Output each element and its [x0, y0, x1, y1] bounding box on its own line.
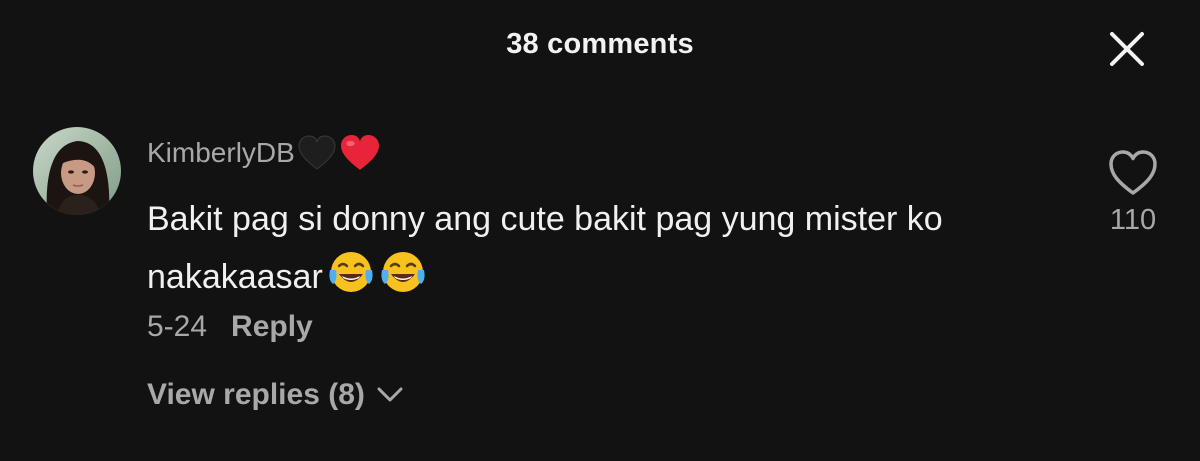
- like-button[interactable]: [1107, 149, 1159, 197]
- black-heart-icon: [298, 135, 336, 170]
- heart-outline-icon: [1109, 150, 1157, 195]
- comment-meta: 5-24 Reply: [147, 310, 313, 344]
- close-icon: [1110, 32, 1144, 66]
- reply-button[interactable]: Reply: [231, 310, 313, 344]
- view-replies-label: View replies (8): [147, 378, 365, 411]
- view-replies-button[interactable]: View replies (8): [147, 378, 403, 412]
- comment-date: 5-24: [147, 310, 208, 343]
- like-count: 110: [1109, 204, 1157, 236]
- comments-title: 38 comments: [506, 28, 694, 60]
- red-heart-icon: [340, 135, 379, 170]
- username-text: KimberlyDB: [147, 137, 295, 168]
- close-button[interactable]: [1108, 30, 1146, 68]
- comment-text: Bakit pag si donny ang cute bakit pag yu…: [147, 190, 977, 306]
- avatar[interactable]: [33, 127, 121, 215]
- tears-of-joy-icon: [381, 252, 425, 292]
- tears-of-joy-icon: [329, 252, 373, 292]
- chevron-down-icon: [377, 387, 403, 402]
- comment-username[interactable]: KimberlyDB: [147, 134, 383, 172]
- comment-text-body: Bakit pag si donny ang cute bakit pag yu…: [147, 200, 943, 296]
